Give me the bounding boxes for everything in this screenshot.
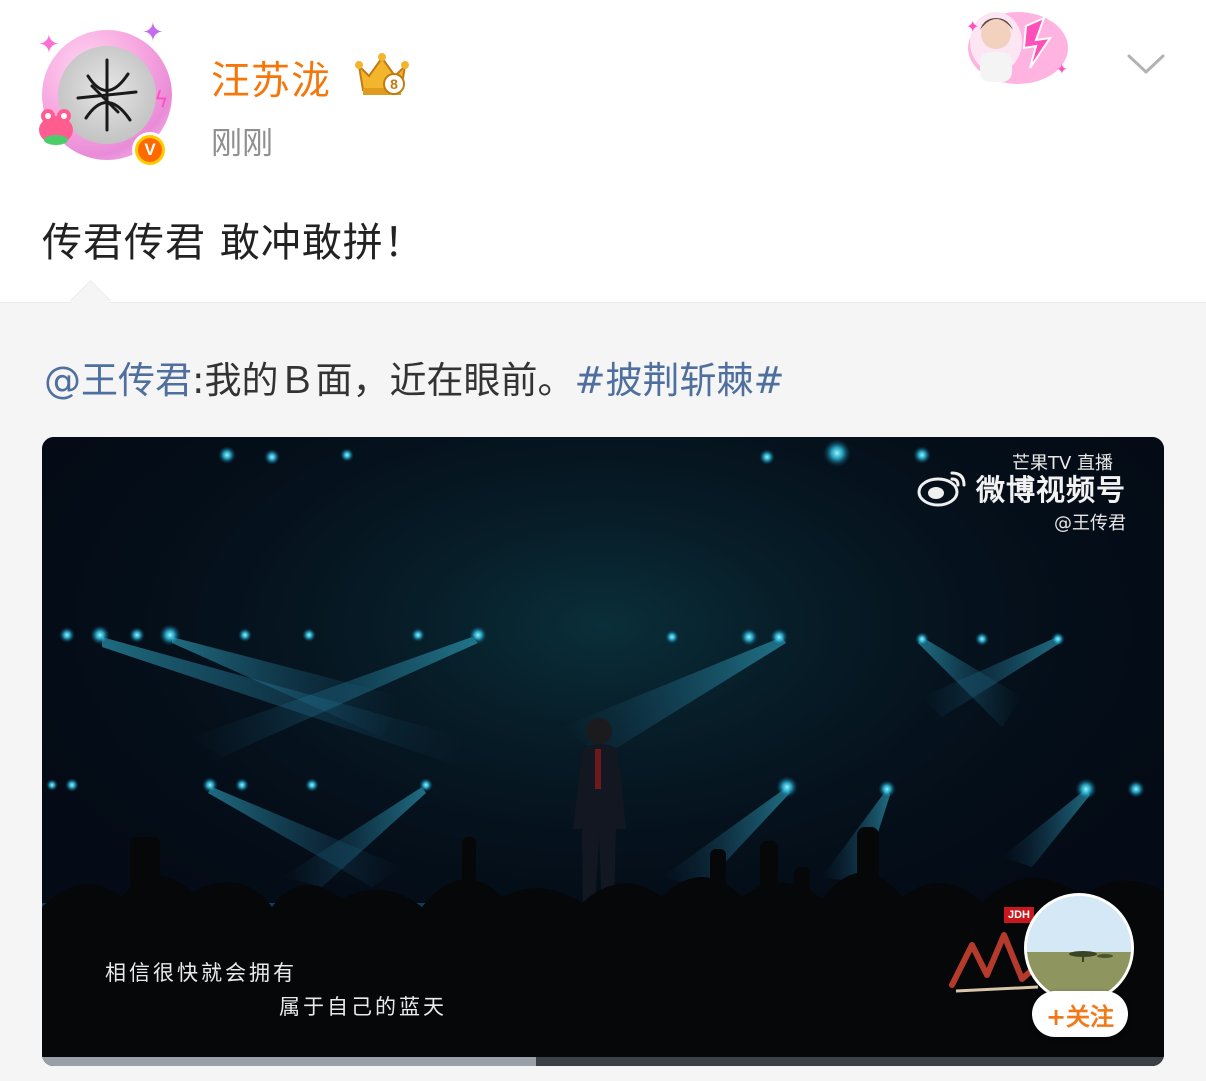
sparkle-icon: ✦: [142, 18, 164, 48]
fan-badge-sticker[interactable]: ✦ ✦: [956, 4, 1074, 88]
savanna-avatar-icon: [1027, 896, 1131, 1000]
video-player[interactable]: 芒果TV 直播 微博视频号 @王传君 相信很快就会拥有 属于自己的蓝天 JDH: [42, 437, 1164, 1066]
video-channel-watermark: 微博视频号: [976, 473, 1127, 507]
crown-level: 8: [390, 76, 398, 92]
crown-icon[interactable]: 8: [353, 52, 411, 98]
subtitle-line-1: 相信很快就会拥有: [105, 961, 297, 985]
repost-body: :我的Ｂ面，近在眼前。: [192, 359, 575, 402]
sponsor-tag: JDH: [1004, 907, 1035, 923]
follow-button[interactable]: +关注: [1032, 991, 1128, 1037]
hashtag-link[interactable]: #披荆斩棘#: [574, 359, 784, 402]
frog-sticker-icon: [39, 109, 73, 145]
svg-text:✦: ✦: [1056, 62, 1068, 78]
video-progress-bar[interactable]: [42, 1057, 1164, 1066]
repost-content: @王传君:我的Ｂ面，近在眼前。#披荆斩棘#: [44, 350, 784, 404]
uploader-tag: @王传君: [1054, 513, 1126, 534]
sparkle-icon: ✦: [38, 30, 60, 60]
post-content: 传君传君 敢冲敢拼！: [42, 220, 425, 266]
video-progress-fill: [42, 1057, 536, 1066]
mention-link[interactable]: @王传君: [44, 359, 192, 402]
author-name[interactable]: 汪苏泷: [211, 50, 331, 106]
author-avatar[interactable]: ✦ ✦ ϟ V: [36, 20, 180, 170]
subtitle-line-2: 属于自己的蓝天: [279, 995, 447, 1019]
svg-text:✦: ✦: [966, 17, 979, 36]
lightning-icon: ϟ: [154, 88, 169, 113]
chevron-down-icon[interactable]: [1126, 52, 1166, 76]
follow-avatar[interactable]: [1024, 893, 1134, 1003]
weibo-logo-icon: [917, 471, 966, 507]
fan-badge-avatar-icon: ✦ ✦: [966, 12, 1068, 84]
post-timestamp: 刚刚: [211, 126, 273, 162]
verified-icon: V: [132, 132, 168, 168]
